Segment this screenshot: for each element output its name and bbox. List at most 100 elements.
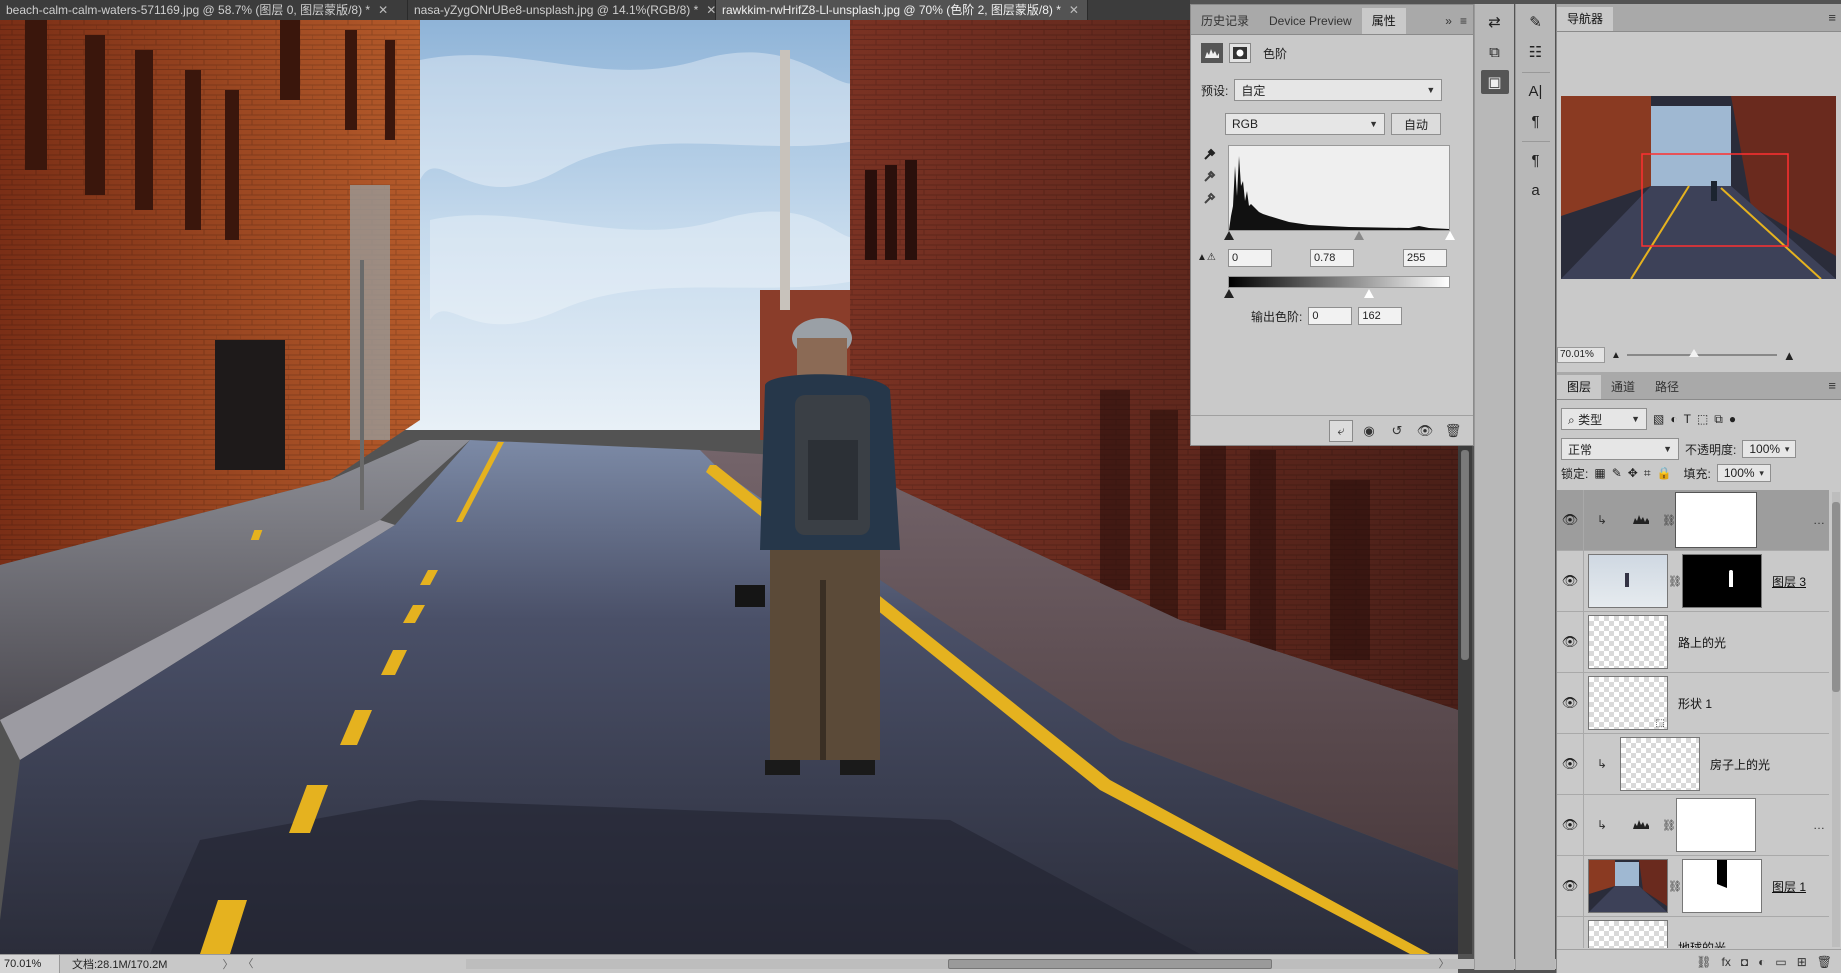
tab-device-preview[interactable]: Device Preview	[1259, 8, 1362, 34]
filter-type-icon[interactable]: T	[1684, 412, 1691, 426]
layer-name[interactable]: 图层 3	[1772, 573, 1806, 590]
channel-select[interactable]: RGB ▼	[1225, 113, 1385, 135]
lock-artboard-icon[interactable]: ⌗	[1644, 466, 1651, 481]
input-level-sliders[interactable]	[1224, 231, 1455, 241]
navigator-zoom-slider[interactable]	[1626, 349, 1777, 357]
tab-history[interactable]: 历史记录	[1191, 8, 1259, 34]
document-tab-1[interactable]: beach-calm-calm-waters-571169.jpg @ 58.7…	[0, 0, 408, 20]
new-adjustment-icon[interactable]: ◐	[1758, 955, 1765, 969]
layer-row[interactable]: 地球的光	[1557, 916, 1829, 949]
link-icon[interactable]: ⛓	[1662, 514, 1676, 527]
lock-position-icon[interactable]: ✥	[1628, 466, 1638, 480]
close-icon[interactable]: ✕	[1069, 0, 1079, 20]
layer-mask-thumbnail[interactable]	[1682, 859, 1762, 913]
lock-all-icon[interactable]: 🔒	[1657, 466, 1672, 480]
scrollbar-thumb[interactable]	[1832, 502, 1840, 692]
device-preview-icon[interactable]: ⧉	[1481, 40, 1509, 64]
scrollbar-thumb[interactable]	[948, 959, 1272, 969]
white-eyedropper-icon[interactable]	[1201, 189, 1219, 207]
layer-mask-thumbnail[interactable]	[1676, 798, 1756, 852]
menu-icon[interactable]: ≡	[1828, 378, 1836, 393]
zoom-in-icon[interactable]: ▲	[1783, 348, 1796, 363]
layer-row[interactable]: 👁 ↳ 房子上的光	[1557, 733, 1829, 795]
properties-icon[interactable]: ▣	[1480, 70, 1509, 94]
document-tab-3[interactable]: rawkkim-rwHrifZ8-Ll-unsplash.jpg @ 70% (…	[716, 0, 1088, 20]
tab-channels[interactable]: 通道	[1601, 375, 1645, 399]
visibility-eye-icon[interactable]: 👁	[1557, 634, 1583, 650]
layer-thumbnail[interactable]	[1588, 920, 1668, 948]
layer-row[interactable]: 👁 ⛓ 图层 3	[1557, 550, 1829, 612]
new-layer-icon[interactable]: ⊞	[1797, 955, 1807, 969]
paragraph-icon[interactable]: ¶	[1522, 109, 1550, 133]
layer-name[interactable]: 房子上的光	[1710, 756, 1770, 773]
levels-icon[interactable]	[1201, 43, 1223, 63]
input-black-handle[interactable]	[1224, 231, 1234, 240]
clipping-warning-icon[interactable]: ▲⚠	[1197, 252, 1216, 263]
link-layers-icon[interactable]: ⛓	[1696, 955, 1711, 969]
visibility-eye-icon[interactable]: 👁	[1557, 817, 1583, 833]
lock-transparency-icon[interactable]: ▦	[1594, 466, 1605, 480]
input-white-field[interactable]: 255	[1403, 249, 1447, 267]
filter-shape-icon[interactable]: ⬚	[1697, 412, 1708, 426]
filter-smart-object-icon[interactable]: ⧉	[1714, 412, 1723, 427]
output-white-field[interactable]: 162	[1358, 307, 1403, 325]
visibility-eye-icon[interactable]: 👁	[1557, 695, 1583, 711]
layer-name[interactable]: 形状 1	[1678, 695, 1712, 712]
input-black-field[interactable]: 0	[1228, 249, 1272, 267]
navigator-thumbnail[interactable]	[1561, 96, 1836, 279]
zoom-field[interactable]: 70.01%	[0, 955, 60, 973]
trash-icon[interactable]: 🗑	[1817, 955, 1832, 969]
history-icon[interactable]: ⇄	[1481, 10, 1509, 34]
link-icon[interactable]: ⛓	[1662, 819, 1676, 832]
output-level-sliders[interactable]	[1224, 289, 1450, 299]
filter-adjustment-icon[interactable]: ◐	[1670, 412, 1677, 426]
layer-row[interactable]: 👁 ↳ ⛓ …	[1557, 490, 1829, 551]
character-icon[interactable]: A|	[1522, 79, 1550, 103]
filter-kind-select[interactable]: ⌕ 类型 ▼	[1561, 408, 1647, 430]
input-gamma-handle[interactable]	[1354, 231, 1364, 240]
fill-field[interactable]: 100% ▾	[1716, 464, 1771, 482]
lock-pixels-icon[interactable]: ✎	[1612, 466, 1622, 480]
output-white-handle[interactable]	[1363, 289, 1374, 298]
add-mask-icon[interactable]: ◘	[1741, 955, 1748, 969]
close-icon[interactable]: ✕	[706, 0, 715, 20]
brush-settings-icon[interactable]: ☷	[1522, 40, 1550, 64]
visibility-eye-icon[interactable]: 👁	[1557, 573, 1583, 589]
close-icon[interactable]: ✕	[378, 0, 388, 20]
blend-mode-select[interactable]: 正常 ▼	[1561, 438, 1679, 460]
glyphs-icon[interactable]: a	[1522, 178, 1550, 202]
link-icon[interactable]: ⛓	[1668, 575, 1682, 588]
output-black-field[interactable]: 0	[1308, 307, 1353, 325]
layer-thumbnail[interactable]	[1588, 554, 1668, 608]
layer-mask-thumbnail[interactable]	[1675, 492, 1757, 548]
input-gamma-field[interactable]: 0.78	[1310, 249, 1354, 267]
slider-knob[interactable]	[1689, 349, 1700, 357]
layer-row[interactable]: 👁 ⬚ 形状 1	[1557, 672, 1829, 734]
layer-thumbnail[interactable]	[1588, 859, 1668, 913]
brush-icon[interactable]: ✎	[1522, 10, 1550, 34]
opacity-field[interactable]: 100% ▾	[1742, 440, 1797, 458]
visibility-eye-icon[interactable]: 👁	[1557, 756, 1583, 772]
input-white-handle[interactable]	[1445, 231, 1455, 240]
scrollbar-thumb[interactable]	[1461, 450, 1469, 660]
layer-row[interactable]: 👁 ↳ ⛓ …	[1557, 794, 1829, 856]
visibility-eye-icon[interactable]: 👁	[1557, 878, 1583, 894]
new-group-icon[interactable]: ▭	[1775, 955, 1786, 969]
view-previous-state-icon[interactable]: ◉	[1357, 420, 1381, 442]
visibility-eye-icon[interactable]: 👁	[1557, 512, 1583, 528]
output-black-handle[interactable]	[1224, 289, 1234, 298]
layer-name[interactable]: 地球的光	[1678, 939, 1726, 949]
scroll-left-arrow[interactable]: 〈	[240, 955, 256, 971]
filter-toggle-icon[interactable]: ●	[1729, 412, 1736, 426]
layer-thumbnail[interactable]	[1620, 737, 1700, 791]
menu-icon[interactable]: ≡	[1828, 10, 1836, 25]
collapse-icon[interactable]: »	[1445, 8, 1452, 34]
layer-mask-thumbnail[interactable]	[1682, 554, 1762, 608]
navigator-zoom-field[interactable]: 70.01%	[1557, 347, 1605, 363]
reset-icon[interactable]: ↺	[1385, 420, 1409, 442]
character-styles-icon[interactable]: ¶	[1522, 148, 1550, 172]
fx-icon[interactable]: fx	[1722, 955, 1731, 969]
tab-properties[interactable]: 属性	[1361, 8, 1406, 34]
gray-eyedropper-icon[interactable]	[1201, 167, 1219, 185]
status-menu-arrow[interactable]: 〉	[220, 956, 236, 972]
